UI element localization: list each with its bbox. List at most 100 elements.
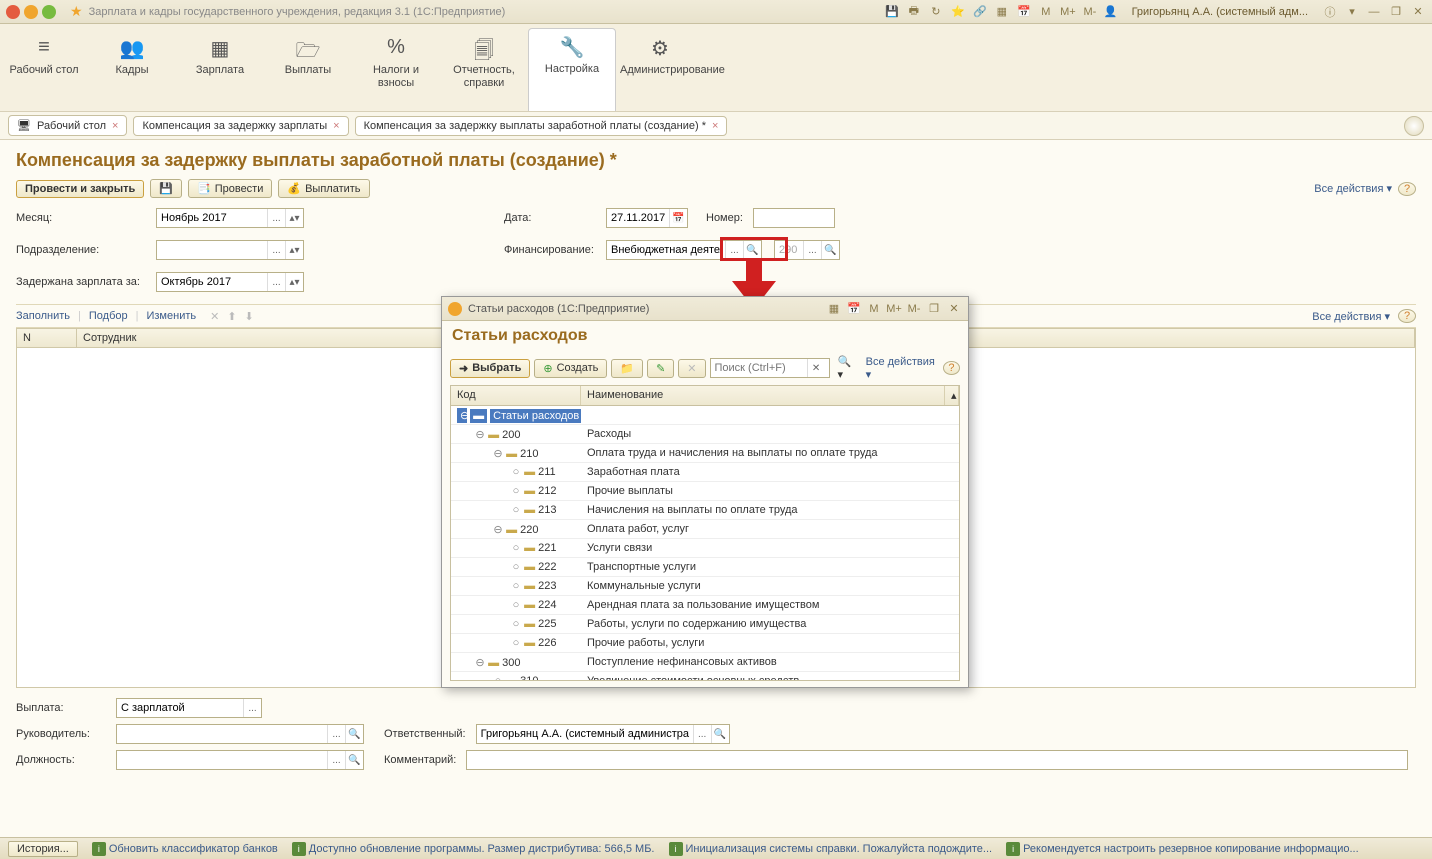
nav-item-4[interactable]: %Налоги и взносы bbox=[352, 30, 440, 111]
table-row[interactable]: ○ ▬ 211Заработная плата bbox=[451, 463, 959, 482]
help-button[interactable]: ? bbox=[1398, 182, 1416, 196]
table-row[interactable]: ○ ▬ 225Работы, услуги по содержанию имущ… bbox=[451, 615, 959, 634]
save-button[interactable]: 💾 bbox=[150, 179, 182, 198]
dropdown-icon[interactable]: ▾ bbox=[1344, 4, 1360, 20]
max-icon[interactable]: ❐ bbox=[1388, 4, 1404, 20]
expand-icon[interactable]: ⊖ bbox=[493, 523, 503, 536]
date-input[interactable]: 📅 bbox=[606, 208, 688, 228]
position-input[interactable]: ... 🔍 bbox=[116, 750, 364, 770]
ellipsis-icon[interactable]: ... bbox=[725, 241, 743, 259]
calendar-icon[interactable]: 📅 bbox=[1016, 4, 1032, 20]
search-icon[interactable]: 🔍 bbox=[345, 725, 363, 743]
all-actions-link[interactable]: Все действия ▾ bbox=[866, 356, 939, 381]
close-icon[interactable]: × bbox=[112, 120, 118, 132]
status-link-backup[interactable]: iРекомендуется настроить резервное копир… bbox=[1006, 842, 1359, 856]
table-row[interactable]: ⊖ ▬ 300Поступление нефинансовых активов bbox=[451, 653, 959, 672]
link-icon[interactable]: 🔗 bbox=[972, 4, 988, 20]
expand-icon[interactable]: ○ bbox=[511, 599, 521, 611]
up-icon[interactable]: ⬆ bbox=[227, 310, 236, 323]
table-row[interactable]: ○ ▬ 212Прочие выплаты bbox=[451, 482, 959, 501]
table-row[interactable]: ⊖ ▬ 210Оплата труда и начисления на выпл… bbox=[451, 444, 959, 463]
table-row[interactable]: ○ ▬ 222Транспортные услуги bbox=[451, 558, 959, 577]
all-actions-link[interactable]: Все действия ▾ bbox=[1314, 182, 1392, 195]
table-row[interactable]: ○ ▬ 310Увеличение стоимости основных сре… bbox=[451, 672, 959, 681]
current-user[interactable]: Григорьянц А.А. (системный адм... bbox=[1132, 6, 1308, 18]
refresh-icon[interactable]: ↻ bbox=[928, 4, 944, 20]
ellipsis-icon[interactable]: ... bbox=[267, 209, 285, 227]
status-link-banks[interactable]: iОбновить классификатор банков bbox=[92, 842, 278, 856]
ellipsis-icon[interactable]: ... bbox=[693, 725, 711, 743]
expand-icon[interactable]: ⊖ bbox=[493, 447, 503, 460]
table-row[interactable]: ⊖ ▬ 200Расходы bbox=[451, 425, 959, 444]
new-folder-button[interactable]: 📁 bbox=[611, 359, 643, 378]
nav-item-7[interactable]: ⚙Администрирование bbox=[616, 30, 704, 111]
nav-item-0[interactable]: ≡Рабочий стол bbox=[0, 30, 88, 111]
tab-1[interactable]: Компенсация за задержку зарплаты× bbox=[133, 116, 348, 136]
expand-icon[interactable]: ○ bbox=[493, 675, 503, 681]
m-plus-button[interactable]: M+ bbox=[1060, 4, 1076, 20]
select-button[interactable]: ➜ Выбрать bbox=[450, 359, 530, 378]
expand-icon[interactable]: ○ bbox=[511, 485, 521, 497]
table-row[interactable]: ○ ▬ 213Начисления на выплаты по оплате т… bbox=[451, 501, 959, 520]
month-input[interactable]: ... ▴▾ bbox=[156, 208, 304, 228]
favorite-icon[interactable]: ★ bbox=[70, 3, 83, 20]
ellipsis-icon[interactable]: ... bbox=[267, 241, 285, 259]
submit-button[interactable]: 📑 Провести bbox=[188, 179, 272, 198]
all-actions-link[interactable]: Все действия ▾ bbox=[1312, 310, 1390, 323]
spinner-icon[interactable]: ▴▾ bbox=[285, 209, 303, 227]
dept-input[interactable]: ... ▴▾ bbox=[156, 240, 304, 260]
expand-icon[interactable]: ⊖ bbox=[475, 428, 485, 441]
search-icon[interactable]: 🔍 bbox=[743, 241, 761, 259]
search-input[interactable]: ✕ bbox=[710, 358, 830, 378]
m-minus-button[interactable]: M- bbox=[1082, 4, 1098, 20]
ellipsis-icon[interactable]: ... bbox=[327, 751, 345, 769]
status-link-update[interactable]: iДоступно обновление программы. Размер д… bbox=[292, 842, 655, 856]
ellipsis-icon[interactable]: ... bbox=[803, 241, 821, 259]
m-minus-button[interactable]: M- bbox=[906, 301, 922, 317]
funding-input[interactable]: ... 🔍 bbox=[606, 240, 762, 260]
table-row[interactable]: ⊖ ▬ Статьи расходов bbox=[451, 406, 959, 425]
clear-icon[interactable]: ✕ bbox=[807, 359, 825, 377]
number-input[interactable] bbox=[753, 208, 835, 228]
close-icon[interactable]: ✕ bbox=[946, 301, 962, 317]
expense-grid[interactable]: Код Наименование ▴ ⊖ ▬ Статьи расходов⊖ … bbox=[450, 385, 960, 681]
manager-input[interactable]: ... 🔍 bbox=[116, 724, 364, 744]
calc-icon[interactable]: ▦ bbox=[994, 4, 1010, 20]
help-button[interactable]: ? bbox=[943, 361, 960, 375]
star-icon[interactable]: ⭐ bbox=[950, 4, 966, 20]
nav-item-2[interactable]: ▦Зарплата bbox=[176, 30, 264, 111]
pick-link[interactable]: Подбор bbox=[89, 310, 128, 322]
info-icon[interactable]: ⓘ bbox=[1322, 4, 1338, 20]
calc-icon[interactable]: ▦ bbox=[826, 301, 842, 317]
spinner-icon[interactable]: ▴▾ bbox=[285, 241, 303, 259]
m-plus-button[interactable]: M+ bbox=[886, 301, 902, 317]
min-icon[interactable]: — bbox=[1366, 4, 1382, 20]
print-icon[interactable]: 🖶 bbox=[906, 4, 922, 20]
pay-button[interactable]: 💰 Выплатить bbox=[278, 179, 369, 198]
minimize-window-button[interactable] bbox=[24, 5, 38, 19]
expand-icon[interactable]: ○ bbox=[511, 618, 521, 630]
panel-toggle-button[interactable] bbox=[1404, 116, 1424, 136]
expand-icon[interactable]: ○ bbox=[511, 466, 521, 478]
expand-icon[interactable]: ○ bbox=[511, 542, 521, 554]
table-row[interactable]: ○ ▬ 224Арендная плата за пользование иму… bbox=[451, 596, 959, 615]
delayed-month-input[interactable]: ... ▴▾ bbox=[156, 272, 304, 292]
fill-link[interactable]: Заполнить bbox=[16, 310, 70, 322]
table-row[interactable]: ○ ▬ 226Прочие работы, услуги bbox=[451, 634, 959, 653]
spinner-icon[interactable]: ▴▾ bbox=[285, 273, 303, 291]
expand-icon[interactable]: ⊖ bbox=[457, 408, 467, 423]
expand-icon[interactable]: ○ bbox=[511, 637, 521, 649]
close-icon[interactable]: × bbox=[333, 120, 339, 132]
table-row[interactable]: ⊖ ▬ 220Оплата работ, услуг bbox=[451, 520, 959, 539]
submit-close-button[interactable]: Провести и закрыть bbox=[16, 180, 144, 198]
tab-2[interactable]: Компенсация за задержку выплаты заработн… bbox=[355, 116, 728, 136]
help-button[interactable]: ? bbox=[1398, 309, 1416, 323]
expense-code-input[interactable]: ... 🔍 bbox=[774, 240, 840, 260]
ellipsis-icon[interactable]: ... bbox=[267, 273, 285, 291]
tab-0[interactable]: 🖥Рабочий стол× bbox=[8, 115, 127, 136]
search-icon[interactable]: 🔍 bbox=[821, 241, 839, 259]
expand-icon[interactable]: ○ bbox=[511, 504, 521, 516]
save-icon[interactable]: 💾 bbox=[884, 4, 900, 20]
search-icon[interactable]: 🔍 bbox=[345, 751, 363, 769]
dialog-titlebar[interactable]: Статьи расходов (1С:Предприятие) ▦ 📅 M M… bbox=[442, 297, 968, 321]
